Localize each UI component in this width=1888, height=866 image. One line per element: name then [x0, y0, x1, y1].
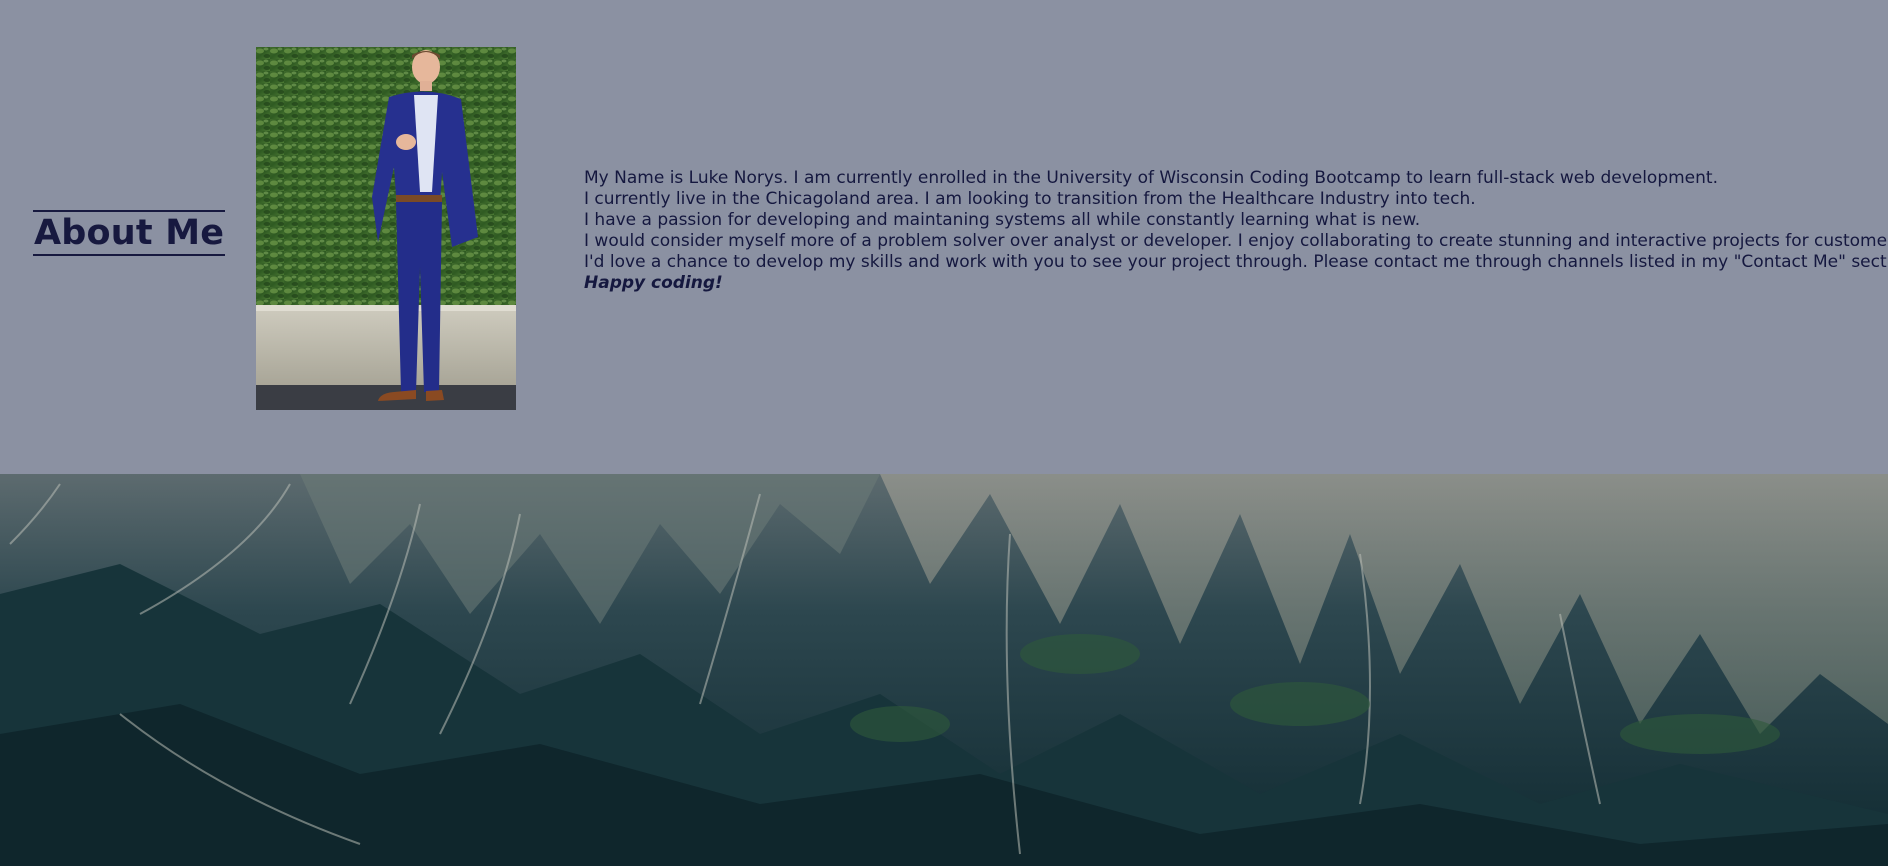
- bio-line: I would consider myself more of a proble…: [584, 231, 1888, 251]
- bio-line: I have a passion for developing and main…: [584, 210, 1421, 230]
- about-section: About Me My Name is Luke Norys. I am cur…: [0, 0, 1888, 474]
- bio-text: My Name is Luke Norys. I am currently en…: [584, 168, 1888, 294]
- portrait-photo: [256, 47, 516, 410]
- mountain-banner-image: [0, 474, 1888, 866]
- bio-line: I currently live in the Chicagoland area…: [584, 189, 1476, 209]
- bio-signoff: Happy coding!: [584, 273, 723, 293]
- bio-line: My Name is Luke Norys. I am currently en…: [584, 168, 1718, 188]
- bio-line: I'd love a chance to develop my skills a…: [584, 252, 1888, 272]
- about-heading: About Me: [33, 210, 226, 256]
